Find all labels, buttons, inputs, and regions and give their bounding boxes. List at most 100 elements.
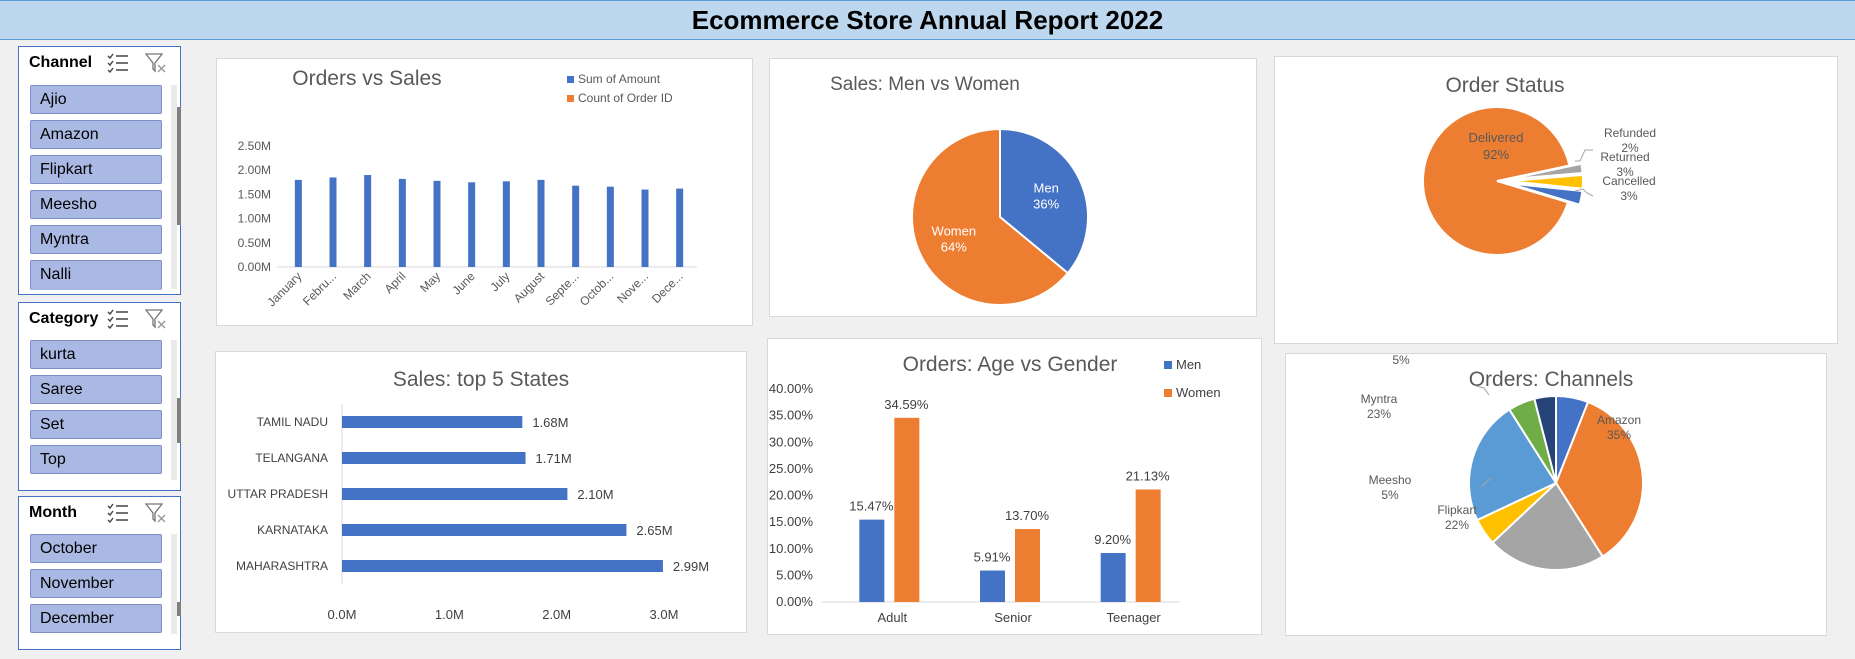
data-label: 2.65M (636, 523, 672, 538)
slice-label: Meesho (1369, 473, 1412, 487)
y-tick-label: KARNATAKA (257, 523, 328, 537)
y-tick-label: MAHARASHTRA (236, 559, 328, 573)
leader-line (1575, 149, 1593, 162)
report-title-bar: Ecommerce Store Annual Report 2022 (0, 0, 1855, 40)
data-label: 1.68M (532, 415, 568, 430)
slicer-item[interactable]: November (30, 569, 162, 598)
x-tick-label: Nove... (614, 269, 651, 306)
y-tick-label: 25.00% (769, 461, 814, 476)
slicer-item[interactable]: October (30, 534, 162, 563)
y-tick-label: 35.00% (769, 408, 814, 423)
multi-select-icon[interactable] (107, 309, 129, 329)
slicer-item[interactable]: kurta (30, 340, 162, 369)
bar (537, 179, 545, 267)
slice-value-label: 35% (1607, 428, 1631, 442)
clear-filter-icon[interactable] (145, 308, 167, 330)
slicer-item[interactable]: Flipkart (30, 155, 162, 184)
top-states-chart: TAMIL NADU 1.68M TELANGANA 1.71M UTTAR PRADE… (228, 404, 709, 622)
x-tick-label: Dece... (649, 269, 686, 306)
orders-vs-sales-panel: Orders vs Sales 0.00M 0.50M 1.00M 1.50M 2.00… (216, 58, 753, 326)
legend-label: Women (1176, 385, 1221, 400)
leader-line (1475, 385, 1490, 396)
bar (342, 524, 627, 536)
order-status-panel: Order Status Delivered 92% Refunded 2% Retur… (1274, 56, 1838, 344)
slicer-scroll-thumb[interactable] (177, 107, 181, 225)
multi-select-icon[interactable] (107, 53, 129, 73)
slicer-item[interactable]: Nalli (30, 260, 162, 290)
y-tick-label: 1.50M (238, 187, 271, 201)
slice-value-label: 5% (1381, 488, 1399, 502)
y-tick-label: UTTAR PRADESH (228, 487, 328, 501)
slicer-item[interactable]: Set (30, 410, 162, 439)
slice-label: Delivered (1469, 130, 1524, 145)
x-tick-label: March (340, 269, 373, 302)
y-tick-label: 0.00M (238, 260, 271, 274)
legend-swatch (1164, 389, 1172, 397)
bar (433, 180, 441, 267)
bar (1015, 529, 1040, 602)
clear-filter-icon[interactable] (145, 52, 167, 74)
slice-value-label: 3% (1620, 189, 1638, 203)
slicer-item[interactable]: Myntra (30, 225, 162, 254)
slicer-item[interactable]: Saree (30, 375, 162, 404)
x-tick-label: 3.0M (650, 607, 679, 622)
data-label: 2.10M (577, 487, 613, 502)
bar (468, 182, 476, 267)
data-label: 2.99M (673, 559, 709, 574)
slice-value-label: 4% (1449, 354, 1467, 355)
data-label: 21.13% (1126, 468, 1171, 483)
data-label: 9.20% (1094, 532, 1131, 547)
orders-vs-sales-chart: 0.00M 0.50M 1.00M 1.50M 2.00M 2.50M JanuaryFeb… (238, 72, 697, 309)
x-tick-label: January (264, 269, 304, 309)
top-states-panel: Sales: top 5 States TAMIL NADU 1.68M TELAN… (215, 351, 747, 633)
slice-label: Returned (1600, 150, 1649, 164)
multi-select-icon[interactable] (107, 503, 129, 523)
y-tick-label: 10.00% (769, 541, 814, 556)
slicer-item[interactable]: Top (30, 445, 162, 474)
slice-label: Flipkart (1437, 503, 1477, 517)
slicer-item[interactable]: Amazon (30, 120, 162, 149)
x-tick-label: Adult (878, 610, 908, 625)
slicer-scroll-thumb[interactable] (177, 602, 181, 616)
x-tick-label: Octob... (577, 269, 617, 309)
slice-label: Women (932, 224, 977, 239)
slice-label: Refunded (1604, 126, 1656, 140)
bar (676, 188, 684, 267)
slice-label: Myntra (1361, 392, 1398, 406)
bar (1135, 489, 1161, 602)
bar (342, 488, 568, 500)
bar (502, 181, 510, 267)
legend-swatch (1164, 361, 1172, 369)
x-tick-label: Septe... (543, 269, 582, 308)
y-tick-label: 2.00M (238, 163, 271, 177)
channel-slicer-header: Channel (29, 54, 93, 71)
legend-label: Men (1176, 357, 1201, 372)
x-tick-label: April (382, 269, 409, 296)
legend-label: Sum of Amount (578, 72, 661, 86)
sales-men-women-chart: Men36% Women64% (911, 127, 1089, 306)
bar (342, 452, 526, 464)
slicer-scroll-thumb[interactable] (177, 398, 181, 443)
age-gender-chart: 0.00% 5.00% 10.00% 15.00% 20.00% 25.00% 30.00%… (769, 357, 1221, 625)
month-slicer: Month October November December (18, 496, 181, 650)
y-tick-label: TAMIL NADU (257, 415, 328, 429)
legend-swatch (567, 95, 574, 102)
y-tick-label: 2.50M (238, 139, 271, 153)
bar (1100, 553, 1126, 602)
slicer-item[interactable]: December (30, 604, 162, 633)
slice-label: Amazon (1597, 413, 1641, 427)
channels-chart: Ajio6%Amazon35%Flipkart22%Meesho5%Myntra… (1361, 354, 1644, 571)
bar (641, 189, 649, 267)
age-gender-panel: Orders: Age vs Gender 0.00% 5.00% 10.00% 15… (767, 338, 1262, 635)
slice-label: Men (1034, 180, 1059, 195)
bar (342, 416, 523, 428)
slice-value-label: 5% (1392, 354, 1410, 367)
slicer-item[interactable]: Meesho (30, 190, 162, 219)
bar (342, 560, 663, 572)
channel-slicer: Channel Ajio Amazon Flipkart Meesho Mynt… (18, 46, 181, 295)
x-tick-label: Febru... (300, 269, 339, 308)
y-tick-label: 0.50M (238, 236, 271, 250)
clear-filter-icon[interactable] (145, 502, 167, 524)
slicer-scrollbar[interactable] (171, 534, 177, 634)
slicer-item[interactable]: Ajio (30, 85, 162, 114)
